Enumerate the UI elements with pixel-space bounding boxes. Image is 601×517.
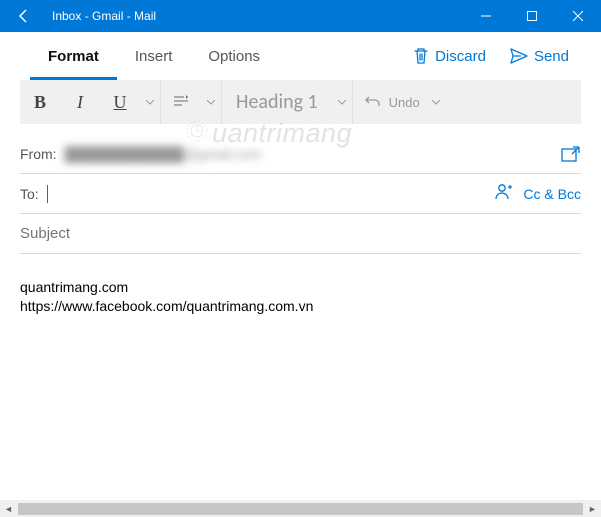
- trash-icon: [413, 47, 429, 65]
- arrow-left-icon: [16, 8, 32, 24]
- style-selector[interactable]: Heading 1: [222, 90, 332, 114]
- scroll-left-button[interactable]: ◄: [0, 500, 17, 517]
- open-window-button[interactable]: [561, 145, 581, 163]
- popout-icon: [561, 145, 581, 163]
- chevron-down-icon: [207, 100, 215, 105]
- person-icon: [495, 182, 513, 200]
- undo-button[interactable]: Undo: [353, 95, 426, 110]
- paragraph-icon: [172, 95, 190, 109]
- undo-icon: [365, 95, 381, 109]
- style-label: Heading 1: [236, 90, 318, 114]
- chevron-down-icon: [338, 100, 346, 105]
- tab-options[interactable]: Options: [190, 32, 278, 80]
- tab-insert[interactable]: Insert: [117, 32, 191, 80]
- underline-button[interactable]: U: [100, 80, 140, 124]
- send-button[interactable]: Send: [498, 32, 581, 80]
- send-label: Send: [534, 48, 569, 65]
- send-icon: [510, 48, 528, 64]
- minimize-icon: [481, 11, 491, 21]
- subject-field[interactable]: [20, 214, 581, 254]
- discard-button[interactable]: Discard: [401, 32, 498, 80]
- maximize-button[interactable]: [509, 0, 555, 32]
- back-button[interactable]: [0, 0, 48, 32]
- paragraph-button[interactable]: [161, 80, 201, 124]
- chevron-down-icon: [432, 100, 440, 105]
- ribbon-tabs: Format Insert Options Discard Send: [0, 32, 601, 80]
- format-toolbar: B I U Heading 1 Undo: [20, 80, 581, 124]
- tab-insert-label: Insert: [135, 48, 173, 65]
- minimize-button[interactable]: [463, 0, 509, 32]
- close-icon: [573, 11, 583, 21]
- message-body[interactable]: quantrimang.com https://www.facebook.com…: [20, 254, 581, 316]
- scroll-right-button[interactable]: ►: [584, 500, 601, 517]
- from-value[interactable]: ████████████@gmail.com: [65, 146, 561, 162]
- tab-format[interactable]: Format: [30, 32, 117, 80]
- tab-options-label: Options: [208, 48, 260, 65]
- close-button[interactable]: [555, 0, 601, 32]
- from-label: From:: [20, 146, 57, 162]
- undo-label: Undo: [389, 95, 420, 110]
- to-input[interactable]: [47, 184, 496, 202]
- undo-dropdown[interactable]: [426, 80, 446, 124]
- subject-input[interactable]: [20, 225, 581, 242]
- discard-label: Discard: [435, 48, 486, 65]
- cc-bcc-link[interactable]: Cc & Bcc: [523, 186, 581, 202]
- body-line: quantrimang.com: [20, 278, 581, 297]
- chevron-down-icon: [146, 100, 154, 105]
- compose-area: From: ████████████@gmail.com To: Cc & Bc…: [0, 124, 601, 500]
- contacts-button[interactable]: [495, 182, 513, 205]
- font-dropdown[interactable]: [140, 80, 160, 124]
- to-field[interactable]: To: Cc & Bcc: [20, 174, 581, 214]
- to-label: To:: [20, 186, 39, 202]
- scroll-thumb[interactable]: [18, 503, 583, 515]
- body-line: https://www.facebook.com/quantrimang.com…: [20, 297, 581, 316]
- style-dropdown[interactable]: [332, 80, 352, 124]
- horizontal-scrollbar[interactable]: ◄ ►: [0, 500, 601, 517]
- italic-button[interactable]: I: [60, 80, 100, 124]
- from-field: From: ████████████@gmail.com: [20, 134, 581, 174]
- maximize-icon: [527, 11, 537, 21]
- tab-format-label: Format: [48, 48, 99, 65]
- titlebar: Inbox - Gmail - Mail: [0, 0, 601, 32]
- paragraph-dropdown[interactable]: [201, 80, 221, 124]
- mail-compose-window: Inbox - Gmail - Mail Format Insert Optio…: [0, 0, 601, 500]
- bold-button[interactable]: B: [20, 80, 60, 124]
- window-title: Inbox - Gmail - Mail: [52, 9, 156, 23]
